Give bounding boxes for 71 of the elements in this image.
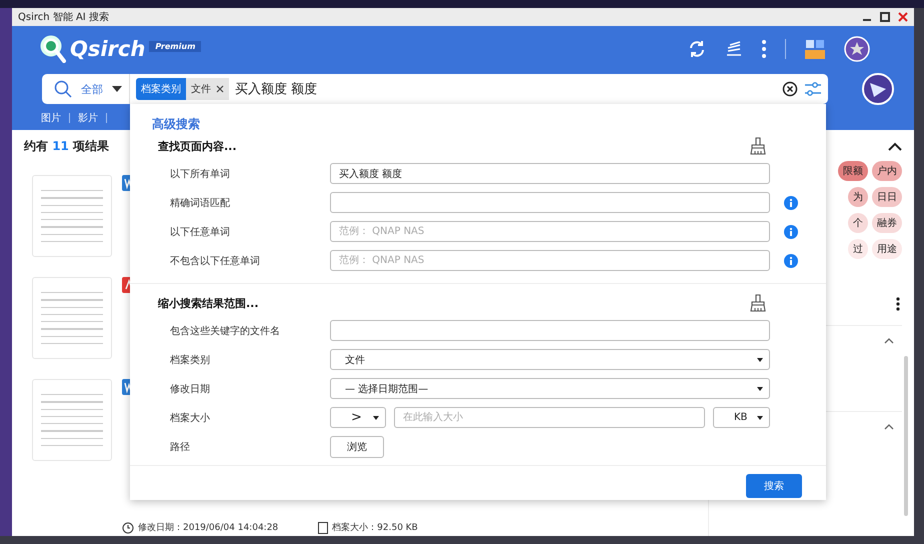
section-heading: 查找页面内容... — [158, 138, 237, 154]
scrollbar[interactable] — [904, 356, 908, 516]
keyword-tag[interactable]: 融券 — [872, 213, 902, 233]
type-tab[interactable]: 图片 — [41, 111, 61, 125]
filter-chip[interactable]: 档案类别 — [136, 78, 186, 100]
sync-icon[interactable] — [687, 39, 707, 59]
keyword-tag[interactable]: 日日 — [872, 187, 902, 207]
field-label: 档案大小 — [169, 412, 211, 424]
field-label: 档案类别 — [169, 354, 211, 366]
broom-icon[interactable] — [750, 294, 766, 312]
result-count: 约有 11 项结果 — [24, 138, 110, 155]
broom-icon[interactable] — [750, 137, 766, 155]
operator-select[interactable]: > — [330, 407, 386, 428]
boxes-icon[interactable] — [804, 38, 826, 60]
caret-icon — [112, 86, 122, 92]
text-field[interactable] — [330, 192, 770, 213]
panel-title: 高级搜索 — [151, 116, 201, 133]
remove-icon[interactable] — [216, 85, 224, 93]
search-button[interactable]: 搜索 — [746, 474, 802, 498]
filter-chip[interactable]: 文件 — [186, 78, 229, 100]
keyword-tag[interactable]: 过 — [848, 239, 868, 259]
size-field[interactable]: 在此输入大小 — [394, 407, 705, 428]
document-thumbnail[interactable] — [32, 175, 112, 257]
section-heading: 缩小搜索结果范围... — [158, 296, 259, 310]
stack-icon[interactable] — [725, 41, 743, 57]
maximize-icon[interactable] — [880, 12, 890, 22]
text-field[interactable]: 范例： QNAP NAS — [330, 221, 770, 242]
field-label: 不包含以下任意单词 — [169, 254, 261, 268]
unit-select[interactable]: KB — [713, 407, 770, 428]
clear-icon[interactable] — [782, 81, 798, 97]
info-icon[interactable] — [784, 196, 798, 210]
text-field[interactable]: 买入额度 额度 — [330, 163, 770, 184]
type-tab[interactable]: 影片 — [78, 111, 98, 125]
logo-icon — [40, 35, 66, 63]
keyword-tag[interactable]: 个 — [848, 213, 868, 233]
field-label: 路径 — [169, 440, 191, 454]
browse-button[interactable]: 浏览 — [330, 436, 384, 458]
logo-text: Qsirch — [70, 37, 146, 61]
info-icon[interactable] — [784, 254, 798, 268]
field-label: 以下任意单词 — [169, 226, 231, 238]
filter-icon[interactable] — [804, 81, 822, 97]
search-bar[interactable]: 全部 档案类别 文件 买入额度 额度 — [42, 74, 828, 104]
select-field[interactable]: 文件 — [330, 349, 770, 370]
scope-dropdown[interactable]: 全部 — [42, 74, 130, 104]
collapse-icon[interactable] — [888, 142, 902, 151]
document-thumbnail[interactable] — [32, 277, 112, 359]
clock-icon — [122, 522, 134, 534]
document-thumbnail[interactable] — [32, 379, 112, 461]
keyword-tag[interactable]: 用途 — [872, 239, 902, 259]
file-size: 档案大小：92.50 KB — [332, 521, 418, 534]
field-label: 修改日期 — [169, 382, 211, 396]
file-size-icon — [318, 522, 328, 534]
search-query[interactable]: 买入额度 额度 — [235, 80, 776, 98]
info-icon[interactable] — [784, 224, 798, 238]
field-label: 以下所有单词 — [169, 168, 231, 180]
window-title: Qsirch 智能 AI 搜索 — [18, 10, 109, 24]
field-label: 精确词语匹配 — [169, 196, 231, 210]
premium-badge: Premium — [149, 41, 202, 52]
search-icon — [54, 80, 72, 98]
keyword-tag[interactable]: 为 — [848, 187, 868, 207]
assistant-icon[interactable] — [861, 72, 895, 106]
text-field[interactable] — [330, 320, 770, 341]
select-field[interactable]: — 选择日期范围— — [330, 378, 770, 399]
text-field[interactable]: 范例： QNAP NAS — [330, 250, 770, 271]
avatar-icon[interactable] — [844, 36, 870, 62]
modified-date: 修改日期：2019/06/04 14:04:28 — [138, 522, 278, 534]
keyword-tag[interactable]: 限额 — [838, 161, 868, 181]
keyword-tag[interactable]: 户内 — [872, 161, 902, 181]
close-icon[interactable] — [898, 12, 908, 22]
more-icon[interactable] — [896, 297, 900, 311]
field-label: 包含这些关键字的文件名 — [169, 324, 281, 338]
